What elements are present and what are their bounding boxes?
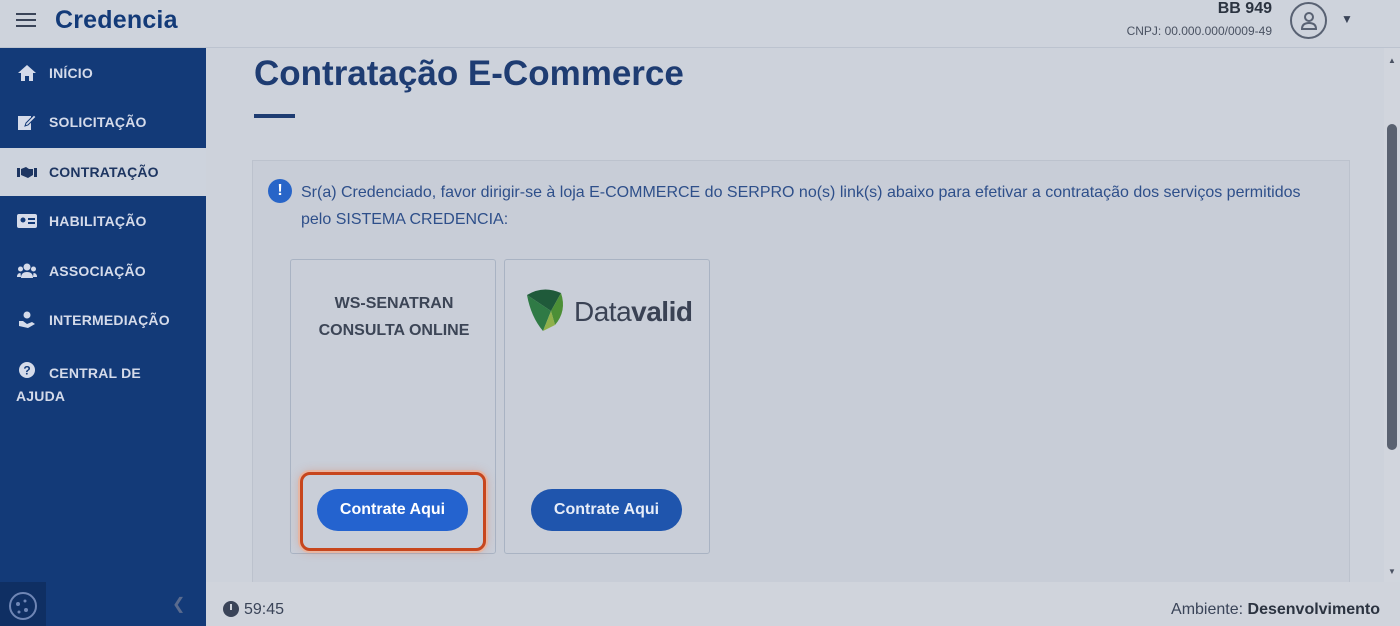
- cookie-icon[interactable]: [0, 582, 46, 626]
- top-header: Credencia BB 949 CNPJ: 00.000.000/0009-4…: [0, 0, 1400, 48]
- env-label: Ambiente:: [1171, 601, 1244, 618]
- exclamation-icon: !: [268, 179, 292, 203]
- edit-document-icon: [18, 114, 37, 130]
- footer-sidebar: ❮: [0, 582, 206, 626]
- chevron-left-icon[interactable]: ❮: [172, 594, 185, 614]
- title-underline: [254, 114, 295, 118]
- card-title-line: WS-SENATRAN: [334, 295, 454, 312]
- session-timer: 59:45: [244, 601, 285, 618]
- user-avatar-icon[interactable]: [1290, 2, 1327, 39]
- sidebar-item-habilitacao[interactable]: HABILITAÇÃO: [0, 197, 206, 245]
- service-card-ws-senatran: WS-SENATRAN CONSULTA ONLINE Contrate Aqu…: [290, 259, 496, 554]
- sidebar-item-inicio[interactable]: INÍCIO: [0, 49, 206, 97]
- chevron-down-icon[interactable]: ▼: [1341, 12, 1353, 26]
- user-name: BB 949: [1217, 0, 1272, 17]
- logo-text-light: Data: [574, 296, 632, 327]
- home-icon: [18, 65, 36, 81]
- users-icon: [17, 263, 37, 278]
- sidebar-item-central-de-ajuda[interactable]: ? CENTRAL DE AJUDA: [0, 346, 206, 410]
- sidebar-item-label: INTERMEDIAÇÃO: [49, 312, 170, 328]
- id-card-icon: [17, 214, 37, 228]
- handshake-icon: [17, 167, 37, 178]
- hand-user-icon: [19, 311, 35, 328]
- sidebar: INÍCIO SOLICITAÇÃO CONTRATAÇÃO HABILITAÇ…: [0, 48, 206, 582]
- scroll-down-icon[interactable]: ▼: [1388, 567, 1396, 576]
- environment-label: Ambiente: Desenvolvimento: [1171, 601, 1380, 619]
- user-cnpj: CNPJ: 00.000.000/0009-49: [1126, 24, 1272, 38]
- env-value: Desenvolvimento: [1247, 601, 1380, 618]
- page-title: Contratação E-Commerce: [254, 54, 684, 93]
- contrate-aqui-button[interactable]: Contrate Aqui: [531, 489, 682, 531]
- datavalid-logo: Datavalid: [525, 287, 695, 337]
- scroll-thumb[interactable]: [1387, 124, 1397, 450]
- brand-logo[interactable]: Credencia: [55, 6, 178, 35]
- clock-icon: [223, 601, 239, 617]
- sidebar-item-contratacao[interactable]: CONTRATAÇÃO: [0, 148, 206, 196]
- sidebar-item-solicitacao[interactable]: SOLICITAÇÃO: [0, 98, 206, 146]
- sidebar-item-label: HABILITAÇÃO: [49, 213, 147, 229]
- scroll-up-icon[interactable]: ▲: [1388, 56, 1396, 65]
- info-message: Sr(a) Credenciado, favor dirigir-se à lo…: [301, 184, 1301, 228]
- sidebar-item-intermediacao[interactable]: INTERMEDIAÇÃO: [0, 296, 206, 344]
- sidebar-item-label: CENTRAL DE AJUDA: [16, 365, 141, 404]
- main-content: Contratação E-Commerce ! Sr(a) Credencia…: [206, 48, 1384, 582]
- contrate-aqui-button[interactable]: Contrate Aqui: [317, 489, 468, 531]
- hamburger-menu-icon[interactable]: [14, 9, 38, 33]
- logo-text-bold: valid: [631, 296, 693, 327]
- vertical-scrollbar[interactable]: ▲ ▼: [1384, 48, 1400, 582]
- sidebar-item-label: INÍCIO: [49, 65, 93, 81]
- card-title: WS-SENATRAN CONSULTA ONLINE: [291, 290, 497, 344]
- datavalid-leaf-icon: [527, 289, 563, 331]
- sidebar-item-label: CONTRATAÇÃO: [49, 164, 159, 180]
- contract-panel: ! Sr(a) Credenciado, favor dirigir-se à …: [252, 160, 1350, 582]
- datavalid-wordmark: Datavalid: [574, 296, 693, 328]
- footer: ❮ 59:45 Ambiente: Desenvolvimento: [0, 582, 1400, 626]
- sidebar-item-associacao[interactable]: ASSOCIAÇÃO: [0, 247, 206, 295]
- card-title-line: CONSULTA ONLINE: [318, 322, 470, 339]
- sidebar-item-label: ASSOCIAÇÃO: [49, 263, 146, 279]
- service-card-datavalid: Datavalid Contrate Aqui: [504, 259, 710, 554]
- sidebar-item-label: SOLICITAÇÃO: [49, 114, 147, 130]
